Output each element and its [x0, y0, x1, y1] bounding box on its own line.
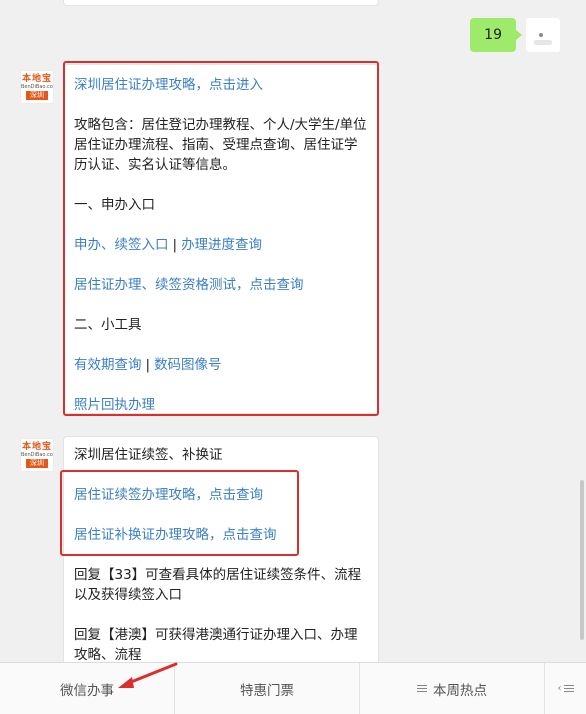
previous-message-bubble	[63, 0, 379, 6]
tools-links-row: 有效期查询 | 数码图像号	[74, 355, 368, 375]
user-message-row: 19	[470, 18, 560, 52]
eligibility-test-link[interactable]: 居住证办理、续签资格测试，点击查询	[74, 275, 368, 295]
bot-message-1: 深圳居住证办理攻略，点击进入 攻略包含：居住登记办理教程、个人/大学生/单位居住…	[63, 64, 379, 414]
progress-query-link[interactable]: 办理进度查询	[181, 237, 262, 253]
link-separator: |	[145, 357, 151, 373]
bot-logo-sub: BenDiBao.com	[21, 84, 54, 90]
bot-logo-city: 深圳	[26, 459, 48, 468]
menu-item-label: 本周热点	[433, 682, 487, 699]
section2-heading: 二、小工具	[74, 317, 142, 333]
link-separator: |	[172, 237, 178, 253]
photo-receipt-link[interactable]: 照片回执办理	[74, 395, 368, 415]
user-message-bubble: 19	[470, 18, 522, 52]
bot-logo-sub: BenDiBao.com	[21, 452, 54, 458]
bot-avatar[interactable]: 本地宝 BenDiBao.com 深圳	[20, 438, 54, 472]
keyboard-toggle-button[interactable]: ‹	[545, 663, 586, 714]
bot-logo-city: 深圳	[26, 91, 48, 100]
entry-links-row: 申办、续签入口 | 办理进度查询	[74, 235, 368, 255]
replace-guide-link[interactable]: 居住证补换证办理攻略，点击查询	[74, 525, 368, 545]
guide-intro-text: 攻略包含：居住登记办理教程、个人/大学生/单位居住证办理流程、指南、受理点查询、…	[74, 117, 367, 173]
keyboard-switch-icon: ‹	[558, 683, 574, 694]
bot-logo-text: 本地宝	[21, 74, 52, 84]
reply-33-hint: 回复【33】可查看具体的居住证续签条件、流程以及获得续签入口	[74, 567, 362, 603]
reply-gangao-hint: 回复【港澳】可获得港澳通行证办理入口、办理攻略、流程	[74, 627, 358, 663]
bottom-menu-bar: 微信办事 特惠门票 本周热点 ‹	[0, 662, 586, 714]
menu-item-benzhou-redian[interactable]: 本周热点	[360, 663, 545, 714]
photo-code-link[interactable]: 数码图像号	[154, 357, 222, 373]
menu-item-label: 微信办事	[60, 682, 114, 699]
pointer-arrow-icon	[118, 662, 178, 688]
validity-query-link[interactable]: 有效期查询	[74, 357, 142, 373]
renew-guide-link[interactable]: 居住证续签办理攻略，点击查询	[74, 485, 368, 505]
renew-section-title: 深圳居住证续签、补换证	[74, 447, 223, 463]
apply-renew-link[interactable]: 申办、续签入口	[74, 237, 169, 253]
bot-message-2: 深圳居住证续签、补换证 居住证续签办理攻略，点击查询 居住证补换证办理攻略，点击…	[63, 436, 379, 676]
section1-heading: 一、申办入口	[74, 197, 155, 213]
menu-item-label: 特惠门票	[240, 682, 294, 699]
bot-avatar[interactable]: 本地宝 BenDiBao.com 深圳	[20, 70, 54, 104]
bot-logo-text: 本地宝	[21, 442, 52, 452]
menu-item-tehui-menpiao[interactable]: 特惠门票	[175, 663, 360, 714]
user-avatar[interactable]	[526, 18, 560, 52]
guide-title-link[interactable]: 深圳居住证办理攻略，点击进入	[74, 75, 368, 95]
scrollbar[interactable]	[580, 480, 584, 640]
submenu-icon	[417, 683, 427, 694]
